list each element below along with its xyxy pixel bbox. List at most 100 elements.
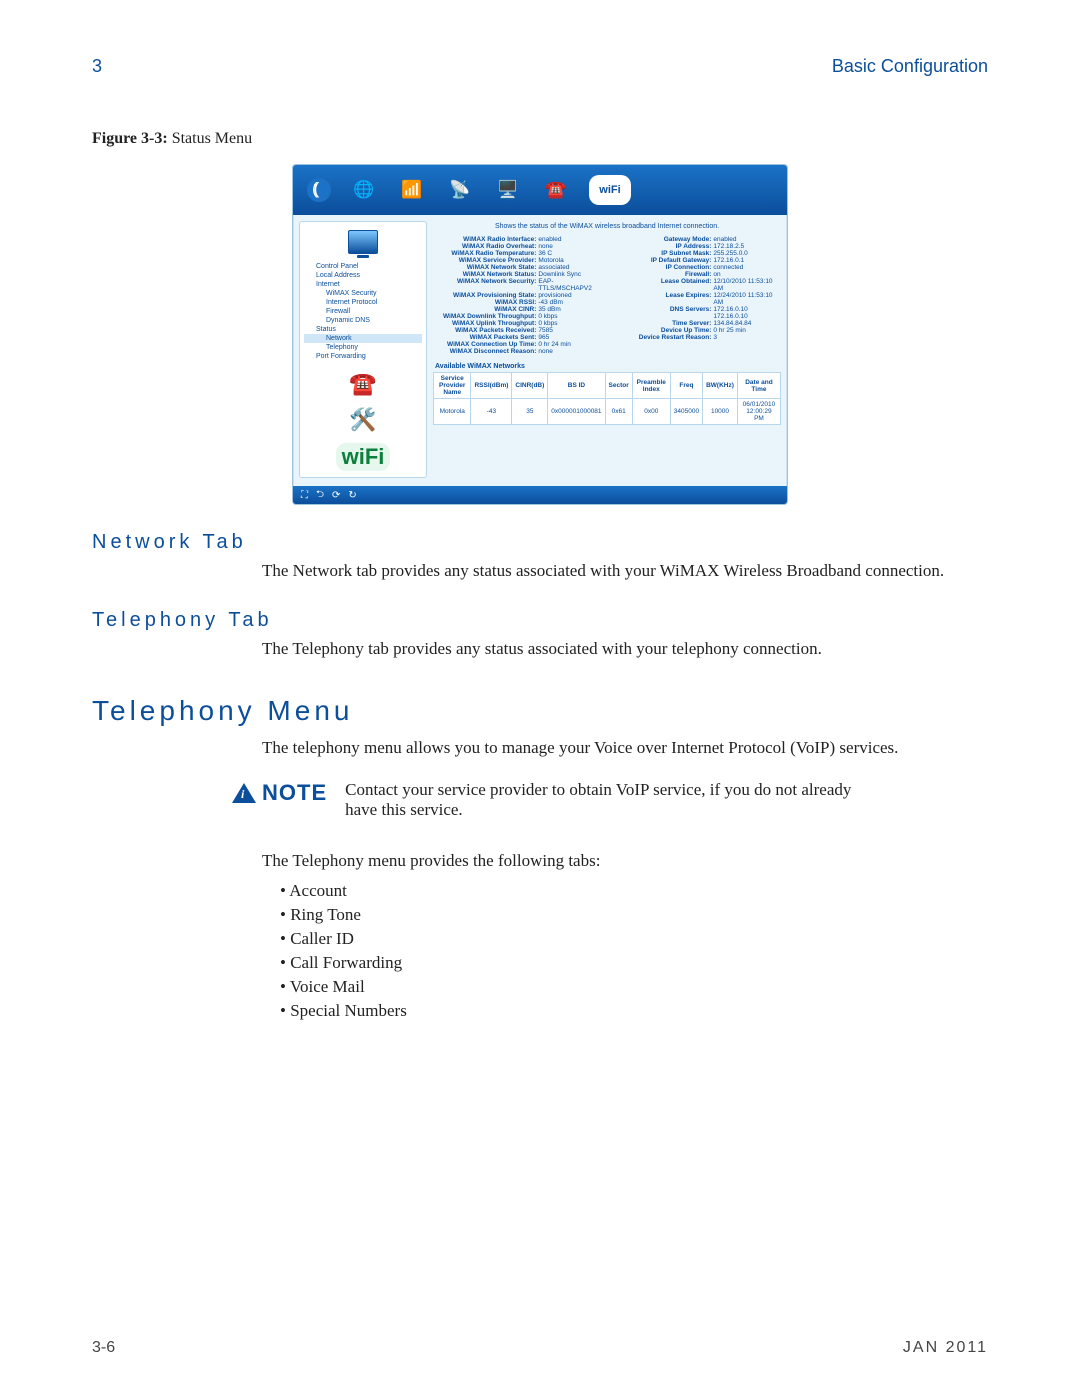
- sidebar-item[interactable]: Internet Protocol: [304, 298, 422, 307]
- status-row: WiMAX Connection Up Time:0 hr 24 min: [435, 341, 604, 348]
- motorola-logo-icon: [307, 178, 331, 202]
- phone-icon: ☎️: [541, 176, 571, 204]
- sidebar-item[interactable]: Internet: [304, 280, 422, 289]
- sidebar-item[interactable]: Network: [304, 334, 422, 343]
- sidebar-item[interactable]: Dynamic DNS: [304, 316, 422, 325]
- back-icon: ⮌: [316, 487, 324, 504]
- telephony-tabs-list: AccountRing ToneCaller IDCall Forwarding…: [280, 879, 988, 1023]
- status-row: WiMAX Radio Temperature:36 C: [435, 250, 604, 257]
- table-cell: 3405000: [670, 399, 702, 425]
- status-row: WiMAX Network State:associated: [435, 264, 604, 271]
- list-item: Voice Mail: [280, 975, 988, 999]
- computer-icon: [348, 230, 378, 254]
- telephony-tab-body: The Telephony tab provides any status as…: [262, 638, 988, 661]
- note-triangle-icon: [232, 783, 256, 803]
- figure-label: Figure 3-3:: [92, 130, 168, 147]
- telephony-tab-heading: Telephony Tab: [92, 609, 988, 632]
- wifi-icon: wiFi: [589, 175, 631, 205]
- page-number-top: 3: [92, 56, 102, 77]
- sidebar-item[interactable]: Control Panel: [304, 262, 422, 271]
- wifi-badge-icon: wiFi: [336, 443, 391, 471]
- table-header: Preamble Index: [632, 373, 670, 399]
- telephony-menu-intro: The telephony menu allows you to manage …: [262, 737, 988, 760]
- status-row: WiMAX Downlink Throughput:0 kbps: [435, 313, 604, 320]
- screenshot-sidebar: Control PanelLocal AddressInternetWiMAX …: [299, 221, 427, 478]
- table-cell: -43: [471, 399, 512, 425]
- globe-icon: 🌐: [349, 176, 379, 204]
- status-row: IP Connection:connected: [610, 264, 779, 271]
- table-header: Date and Time: [737, 373, 780, 399]
- status-row: WiMAX Radio Interface:enabled: [435, 236, 604, 243]
- table-cell: 10000: [703, 399, 738, 425]
- note-block: NOTE Contact your service provider to ob…: [232, 780, 988, 820]
- status-menu-screenshot: 🌐 📶 📡 🖥️ ☎️ wiFi Control PanelLocal Addr…: [292, 164, 788, 505]
- figure-caption: Figure 3-3: Status Menu: [92, 130, 988, 148]
- sidebar-item[interactable]: Telephony: [304, 343, 422, 352]
- status-row: Device Restart Reason:3: [610, 334, 779, 341]
- table-header: Service Provider Name: [434, 373, 471, 399]
- screenshot-footer-bar: ⛶ ⮌ ⟳ ↻: [293, 486, 787, 504]
- network-tab-body: The Network tab provides any status asso…: [262, 560, 988, 583]
- status-row: WiMAX CINR:35 dBm: [435, 306, 604, 313]
- note-body: Contact your service provider to obtain …: [345, 780, 875, 820]
- table-cell: 0x00: [632, 399, 670, 425]
- status-row: IP Address:172.18.2.5: [610, 243, 779, 250]
- status-row: WiMAX Uplink Throughput:0 kbps: [435, 320, 604, 327]
- screenshot-toolbar: 🌐 📶 📡 🖥️ ☎️ wiFi: [293, 165, 787, 215]
- list-item: Caller ID: [280, 927, 988, 951]
- sidebar-item[interactable]: Port Forwarding: [304, 352, 422, 361]
- table-header: Freq: [670, 373, 702, 399]
- footer-date: JAN 2011: [903, 1339, 988, 1357]
- figure-title: Status Menu: [172, 130, 252, 147]
- table-cell: 0x61: [605, 399, 632, 425]
- table-header: BS ID: [548, 373, 605, 399]
- status-row: WiMAX RSSI:-43 dBm: [435, 299, 604, 306]
- table-header: CINR(dB): [512, 373, 548, 399]
- sidebar-item[interactable]: WiMAX Security: [304, 289, 422, 298]
- refresh-icon: ⟳: [332, 490, 340, 501]
- list-item: Account: [280, 879, 988, 903]
- list-item: Call Forwarding: [280, 951, 988, 975]
- expand-icon: ⛶: [301, 490, 308, 501]
- list-item: Ring Tone: [280, 903, 988, 927]
- note-label: NOTE: [262, 780, 327, 806]
- status-row: WiMAX Radio Overheat:none: [435, 243, 604, 250]
- status-row: IP Subnet Mask:255.255.0.0: [610, 250, 779, 257]
- status-row: WiMAX Provisioning State:provisioned: [435, 292, 604, 299]
- sidebar-item[interactable]: Firewall: [304, 307, 422, 316]
- table-cell: 0x000001000081: [548, 399, 605, 425]
- table-cell: 06/01/2010 12:00:29 PM: [737, 399, 780, 425]
- table-header: RSSI(dBm): [471, 373, 512, 399]
- status-row: Lease Obtained:12/10/2010 11:53:10 AM: [610, 278, 779, 292]
- available-networks-table: Service Provider NameRSSI(dBm)CINR(dB)BS…: [433, 372, 781, 425]
- status-row: WiMAX Service Provider:Motorola: [435, 257, 604, 264]
- sidebar-item[interactable]: Local Address: [304, 271, 422, 280]
- status-row: Lease Expires:12/24/2010 11:53:10 AM: [610, 292, 779, 306]
- section-title: Basic Configuration: [832, 56, 988, 77]
- status-row: WiMAX Network Security:EAP-TTLS/MSCHAPV2: [435, 278, 604, 292]
- status-intro: Shows the status of the WiMAX wireless b…: [433, 221, 781, 234]
- telephony-menu-heading: Telephony Menu: [92, 695, 988, 727]
- list-item: Special Numbers: [280, 999, 988, 1023]
- status-row: WiMAX Packets Sent:965: [435, 334, 604, 341]
- telephone-icon: ☎️: [349, 371, 376, 397]
- signal-icon: 📶: [397, 176, 427, 204]
- table-cell: 35: [512, 399, 548, 425]
- monitor-icon: 🖥️: [493, 176, 523, 204]
- status-row: WiMAX Disconnect Reason:none: [435, 348, 604, 355]
- status-row: Gateway Mode:enabled: [610, 236, 779, 243]
- status-row: WiMAX Network Status:Downlink Sync: [435, 271, 604, 278]
- status-row: Time Server:134.84.84.84: [610, 320, 779, 327]
- table-header: Sector: [605, 373, 632, 399]
- sidebar-item[interactable]: Status: [304, 325, 422, 334]
- status-row: DNS Servers:172.16.0.10 172.16.0.10: [610, 306, 779, 320]
- status-row: WiMAX Packets Received:7585: [435, 327, 604, 334]
- status-row: IP Default Gateway:172.16.0.1: [610, 257, 779, 264]
- reload-icon: ↻: [348, 490, 356, 501]
- status-row: Firewall:on: [610, 271, 779, 278]
- status-row: Device Up Time:0 hr 25 min: [610, 327, 779, 334]
- table-cell: Motorola: [434, 399, 471, 425]
- available-networks-label: Available WiMAX Networks: [433, 361, 781, 372]
- tabs-intro: The Telephony menu provides the followin…: [262, 850, 988, 873]
- network-tab-heading: Network Tab: [92, 531, 988, 554]
